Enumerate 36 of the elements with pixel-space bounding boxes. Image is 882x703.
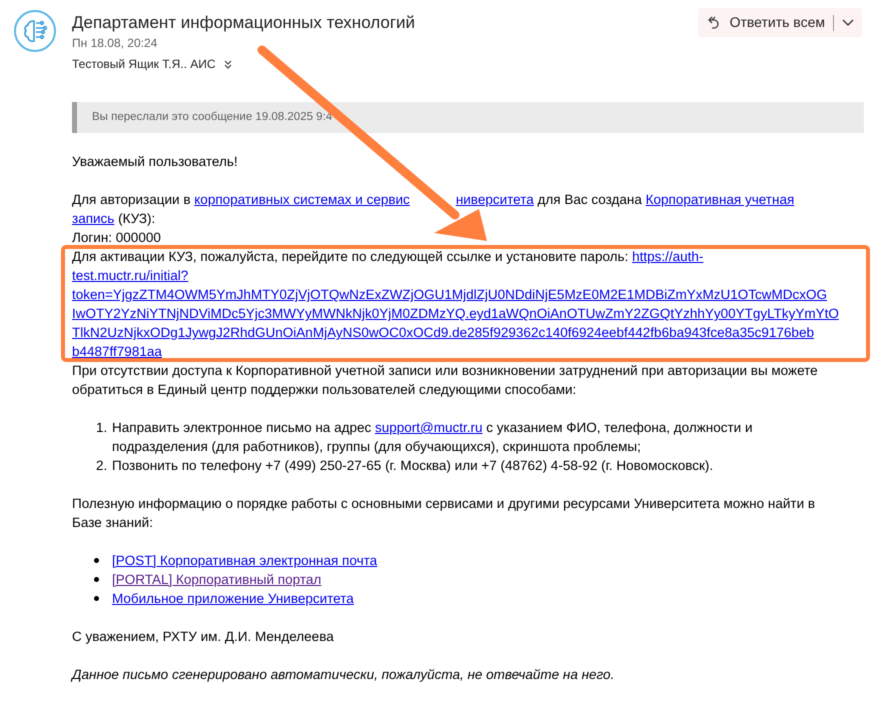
link[interactable]: Корпоративная учетная	[646, 192, 794, 207]
message-date: Пн 18.08, 20:24	[72, 35, 158, 51]
bullet-icon	[94, 577, 99, 582]
link[interactable]: корпоративных системах и сервис	[194, 192, 410, 207]
avatar-icon	[14, 10, 56, 52]
list-item: Позвонить по телефону +7 (499) 250-27-65 (г. Москва) или +7 (48762) 4-58-92 (г. Новомосковск).	[112, 457, 714, 475]
link[interactable]: IwOTY2YzNiYTNjNDViMDc5Yjc3MWYyMWNkNjk0YjM0ZDMzYQ.eyd1aWQnOiAnOTUwZmY2ZGQtYzhhYy00YTgyLTkyYmYtO	[72, 306, 839, 321]
paragraph: С уважением, РХТУ им. Д.И. Менделеева	[72, 628, 335, 646]
paragraph: При отсутствии доступа к Корпоративной учетной записи или возникновении затруднений при авторизации вы можете обратиться в Единый центр поддержки пользователей следующими способами:	[72, 362, 819, 399]
paragraph: Для авторизации в корпоративных системах и сервис ниверситета для Вас создана Корпоративная учетная запись (КУЗ):	[72, 191, 796, 228]
list-number: 2.	[96, 457, 108, 475]
link[interactable]: TlkN2UzNjkxODg1JywgJ2RhdGUnOiAnMjAyNS0wOC0xOCd9.de285f929362c140f6924eebf442fb6ba943fce8a35c9176beb	[72, 325, 814, 340]
bullet-icon	[94, 558, 99, 563]
chevron-down-icon[interactable]	[842, 18, 854, 26]
paragraph: Данное письмо сгенерировано автоматически, пожалуйста, не отвечайте на него.	[72, 666, 616, 684]
paragraph: Полезную информацию о порядке работы с основными сервисами и другими ресурсами Университета можно найти в Базе знаний:	[72, 495, 816, 532]
reply-all-button[interactable]: Ответить всем	[698, 8, 862, 37]
list-item: Направить электронное письмо на адрес support@muctr.ru с указанием ФИО, телефона, должности и подразделения (для работников), группы (для обучающихся), скриншота проблемы;	[112, 419, 754, 456]
link[interactable]: token=YjgzZTM4OWM5YmJhMTY0ZjVjOTQwNzExZWZjOGU1MjdlZjU0NDdiNjE5MzE0M2E1MDBiZmYxMzU1OTcwMDcxOG	[72, 287, 827, 302]
link[interactable]: test.muctr.ru/initial?	[72, 268, 188, 283]
paragraph: Логин: 000000	[72, 229, 162, 247]
recipients[interactable]: Тестовый Ящик Т.Я.. АИС	[72, 56, 216, 72]
paragraph: Для активации КУЗ, пожалуйста, перейдите по следующей ссылке и установите пароль: https://auth- test.muctr.ru/initial? token=YjgzZTM4OWM5YmJhMTY0ZjVjOTQwNzExZWZjOGU1MjdlZjU0NDdiNjE5MzE0M2E1MDBiZmYxMzU1OTcwMDcxOG IwOTY2YzNiYTNjNDViMDc5Yjc3MWYyMWNkNjk0YjM0ZDMzYQ.eyd1aWQnOiAnOTUwZmY2ZGQtYzhhYy00YTgyLTkyYmYtO TlkN2UzNjkxODg1JywgJ2RhdGUnOiAnMjAyNS0wOC0xOCd9.de285f929362c140f6924eebf442fb6ba943fce8a35c9176beb b4487ff7981aa	[72, 248, 840, 361]
paragraph: Уважаемый пользователь!	[72, 153, 239, 171]
expand-icon[interactable]	[224, 59, 232, 69]
link[interactable]: [PORTAL] Корпоративный портал	[112, 570, 322, 589]
link[interactable]: запись	[72, 211, 114, 226]
link[interactable]: ниверситета	[456, 192, 534, 207]
bullet-icon	[94, 596, 99, 601]
link[interactable]: Мобильное приложение Университета	[112, 589, 354, 608]
link[interactable]: b4487ff7981aa	[72, 344, 162, 359]
link[interactable]: support@muctr.ru	[374, 420, 482, 435]
link[interactable]: https://auth-	[632, 249, 704, 264]
link[interactable]: [POST] Корпоративная электронная почта	[112, 551, 378, 570]
list-number: 1.	[96, 419, 108, 437]
sender-name: Департамент информационных технологий	[72, 12, 416, 34]
